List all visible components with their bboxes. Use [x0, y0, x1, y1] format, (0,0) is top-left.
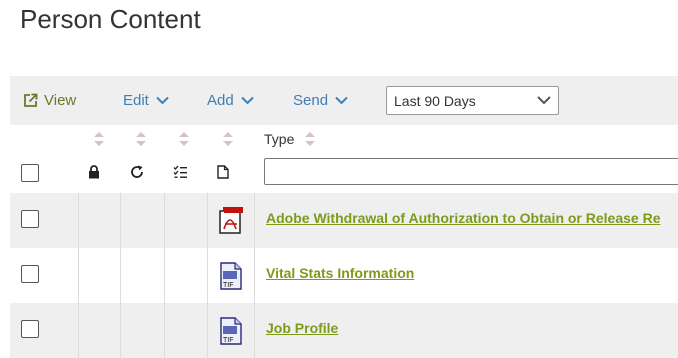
- sort-icon[interactable]: [178, 131, 190, 147]
- view-label: View: [44, 92, 77, 109]
- chevron-down-icon: [537, 96, 551, 105]
- type-column-header[interactable]: Type: [264, 131, 294, 147]
- sort-icon[interactable]: [135, 131, 147, 147]
- tif-file-icon: TIF: [220, 317, 242, 345]
- sort-icon[interactable]: [304, 131, 316, 147]
- refresh-icon: [131, 165, 143, 178]
- chevron-down-icon: [240, 96, 254, 105]
- chevron-down-icon: [156, 96, 169, 105]
- document-link[interactable]: Adobe Withdrawal of Authorization to Obt…: [266, 210, 661, 226]
- row-checkbox[interactable]: [21, 320, 39, 338]
- document-link[interactable]: Job Profile: [266, 320, 338, 336]
- row-checkbox[interactable]: [21, 210, 39, 228]
- add-menu-button[interactable]: Add: [207, 76, 254, 125]
- select-all-checkbox[interactable]: [21, 164, 39, 182]
- sort-icon[interactable]: [222, 131, 234, 147]
- edit-menu-button[interactable]: Edit: [123, 76, 169, 125]
- toolbar: View Edit Add Send Last 90 Days: [10, 76, 678, 125]
- checklist-icon: [173, 165, 187, 178]
- external-link-icon: [24, 93, 38, 107]
- svg-text:TIF: TIF: [223, 282, 234, 289]
- document-link[interactable]: Vital Stats Information: [266, 265, 414, 281]
- date-range-select[interactable]: Last 90 Days: [386, 86, 559, 115]
- page-title: Person Content: [20, 4, 201, 34]
- chevron-down-icon: [335, 96, 348, 105]
- table-row[interactable]: Adobe Withdrawal of Authorization to Obt…: [10, 193, 678, 248]
- tif-file-icon: TIF: [220, 262, 242, 290]
- edit-label: Edit: [123, 92, 149, 109]
- date-range-value: Last 90 Days: [394, 92, 476, 109]
- send-menu-button[interactable]: Send: [293, 76, 348, 125]
- send-label: Send: [293, 92, 329, 109]
- table-row[interactable]: TIF Vital Stats Information: [10, 248, 678, 303]
- add-label: Add: [207, 92, 234, 109]
- table-header: Type: [10, 125, 678, 191]
- view-button[interactable]: View: [23, 76, 76, 125]
- type-filter-input[interactable]: [264, 158, 678, 185]
- sort-icon[interactable]: [93, 131, 105, 147]
- pdf-file-icon: [219, 207, 243, 234]
- svg-text:TIF: TIF: [223, 337, 234, 344]
- table-row[interactable]: TIF Job Profile: [10, 303, 678, 358]
- document-icon: [217, 165, 229, 179]
- lock-icon: [89, 165, 99, 179]
- row-checkbox[interactable]: [21, 265, 39, 283]
